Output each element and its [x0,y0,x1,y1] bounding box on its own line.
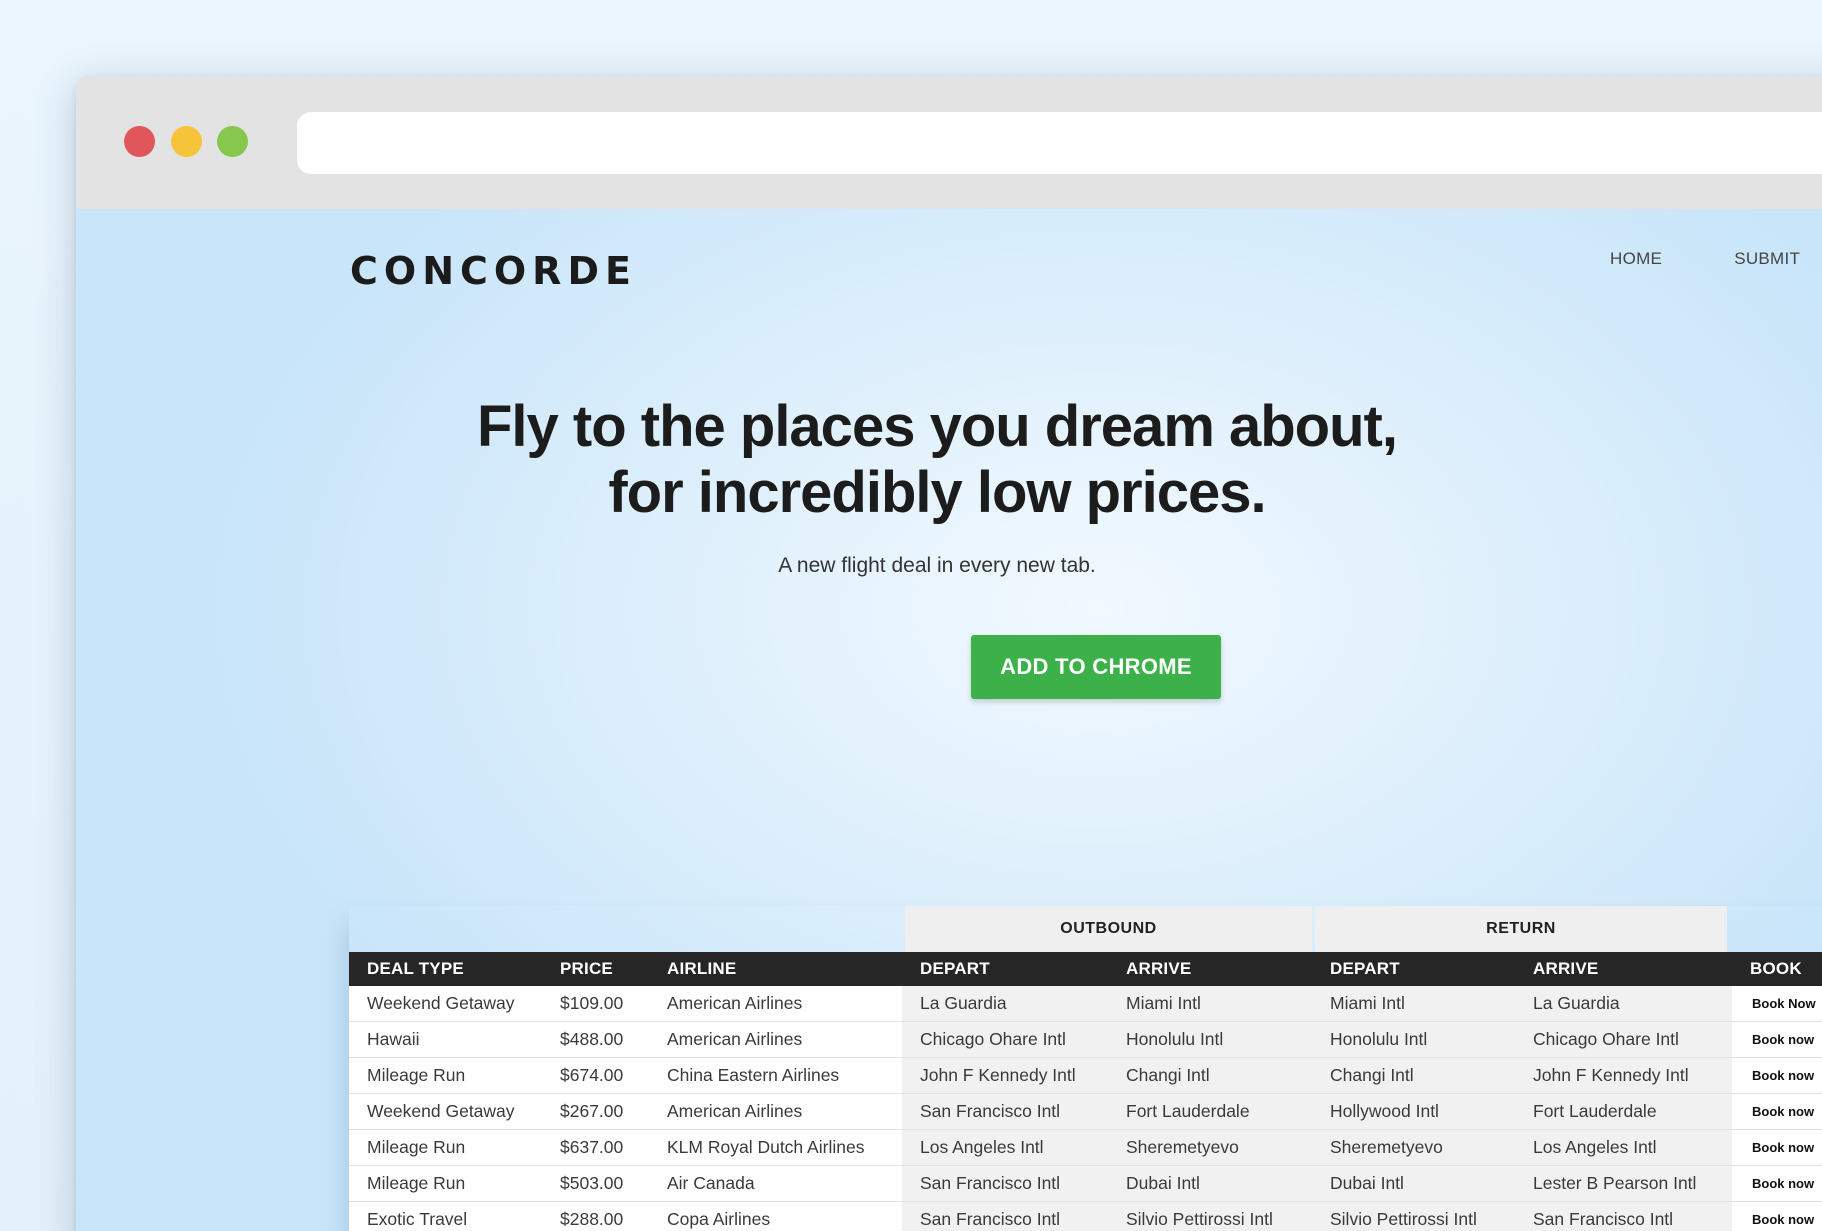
return-arrive-cell: San Francisco Intl [1515,1201,1732,1231]
maximize-window-button[interactable] [217,126,248,157]
return-depart-cell: Sheremetyevo [1312,1129,1515,1166]
price-cell: $109.00 [542,986,649,1022]
airline-cell: KLM Royal Dutch Airlines [649,1129,902,1166]
col-header-outbound-depart[interactable]: DEPART [902,952,1108,986]
browser-titlebar [76,76,1822,209]
col-header-deal-type[interactable]: DEAL TYPE [349,952,542,986]
price-cell: $267.00 [542,1093,649,1130]
outbound-depart-cell: Chicago Ohare Intl [902,1021,1108,1058]
book-now-link[interactable]: Book now [1732,1165,1822,1202]
deal-type-cell: Weekend Getaway [349,986,542,1022]
outbound-arrive-cell: Silvio Pettirossi Intl [1108,1201,1312,1231]
return-arrive-cell: La Guardia [1515,986,1732,1022]
deal-type-cell: Mileage Run [349,1057,542,1094]
return-arrive-cell: Fort Lauderdale [1515,1093,1732,1130]
hero-title-line-1: Fly to the places you dream about, [477,394,1398,459]
col-header-book: BOOK [1732,952,1822,986]
outbound-arrive-cell: Fort Lauderdale [1108,1093,1312,1130]
nav-submit-link[interactable]: SUBMIT [1734,249,1800,269]
price-cell: $503.00 [542,1165,649,1202]
book-now-link[interactable]: Book now [1732,1057,1822,1094]
top-nav: HOME SUBMIT [1610,249,1800,269]
add-to-chrome-button[interactable]: ADD TO CHROME [971,635,1221,699]
deal-type-cell: Exotic Travel [349,1201,542,1231]
deals-table: DEAL TYPE PRICE AIRLINE DEPART ARRIVE DE… [349,952,1822,1231]
hero-title: Fly to the places you dream about, for i… [76,394,1418,526]
table-row: Weekend Getaway $109.00 American Airline… [349,986,1822,1022]
airline-cell: China Eastern Airlines [649,1057,902,1094]
table-header-row: DEAL TYPE PRICE AIRLINE DEPART ARRIVE DE… [349,952,1822,986]
outbound-arrive-cell: Honolulu Intl [1108,1021,1312,1058]
return-arrive-cell: Los Angeles Intl [1515,1129,1732,1166]
deals-table-container: OUTBOUND RETURN DEAL TYPE PRICE AIRLINE … [349,906,1822,1231]
book-now-link[interactable]: Book now [1732,1093,1822,1130]
book-now-link[interactable]: Book Now [1732,986,1822,1022]
price-cell: $674.00 [542,1057,649,1094]
deal-type-cell: Mileage Run [349,1165,542,1202]
deal-type-cell: Weekend Getaway [349,1093,542,1130]
price-cell: $288.00 [542,1201,649,1231]
table-row: Mileage Run $674.00 China Eastern Airlin… [349,1057,1822,1094]
airline-cell: Air Canada [649,1165,902,1202]
browser-window: CONCORDE HOME SUBMIT Fly to the places y… [76,76,1822,1231]
page-viewport: CONCORDE HOME SUBMIT Fly to the places y… [76,209,1822,1231]
airline-cell: American Airlines [649,1093,902,1130]
col-header-outbound-arrive[interactable]: ARRIVE [1108,952,1312,986]
airline-cell: American Airlines [649,1021,902,1058]
return-group-header: RETURN [1315,906,1727,952]
hero-title-line-2: for incredibly low prices. [608,460,1266,525]
outbound-depart-cell: San Francisco Intl [902,1165,1108,1202]
outbound-depart-cell: Los Angeles Intl [902,1129,1108,1166]
return-depart-cell: Changi Intl [1312,1057,1515,1094]
outbound-arrive-cell: Sheremetyevo [1108,1129,1312,1166]
return-depart-cell: Miami Intl [1312,986,1515,1022]
outbound-arrive-cell: Dubai Intl [1108,1165,1312,1202]
table-row: Exotic Travel $288.00 Copa Airlines San … [349,1201,1822,1231]
outbound-group-header: OUTBOUND [905,906,1312,952]
deal-type-cell: Mileage Run [349,1129,542,1166]
site-logo[interactable]: CONCORDE [350,249,637,293]
outbound-depart-cell: San Francisco Intl [902,1201,1108,1231]
return-arrive-cell: Chicago Ohare Intl [1515,1021,1732,1058]
outbound-depart-cell: La Guardia [902,986,1108,1022]
table-row: Mileage Run $503.00 Air Canada San Franc… [349,1165,1822,1202]
table-row: Hawaii $488.00 American Airlines Chicago… [349,1021,1822,1058]
price-cell: $488.00 [542,1021,649,1058]
nav-home-link[interactable]: HOME [1610,249,1662,269]
table-group-header-row: OUTBOUND RETURN [349,906,1822,952]
book-now-link[interactable]: Book now [1732,1021,1822,1058]
minimize-window-button[interactable] [171,126,202,157]
return-arrive-cell: John F Kennedy Intl [1515,1057,1732,1094]
outbound-depart-cell: John F Kennedy Intl [902,1057,1108,1094]
col-header-airline[interactable]: AIRLINE [649,952,902,986]
table-row: Mileage Run $637.00 KLM Royal Dutch Airl… [349,1129,1822,1166]
outbound-arrive-cell: Changi Intl [1108,1057,1312,1094]
return-arrive-cell: Lester B Pearson Intl [1515,1165,1732,1202]
airline-cell: American Airlines [649,986,902,1022]
hero-subtitle: A new flight deal in every new tab. [778,554,1096,577]
return-depart-cell: Dubai Intl [1312,1165,1515,1202]
airline-cell: Copa Airlines [649,1201,902,1231]
outbound-arrive-cell: Miami Intl [1108,986,1312,1022]
col-header-return-arrive[interactable]: ARRIVE [1515,952,1732,986]
col-header-price[interactable]: PRICE [542,952,649,986]
col-header-return-depart[interactable]: DEPART [1312,952,1515,986]
table-row: Weekend Getaway $267.00 American Airline… [349,1093,1822,1130]
deal-type-cell: Hawaii [349,1021,542,1058]
return-depart-cell: Hollywood Intl [1312,1093,1515,1130]
return-depart-cell: Silvio Pettirossi Intl [1312,1201,1515,1231]
close-window-button[interactable] [124,126,155,157]
book-now-link[interactable]: Book now [1732,1129,1822,1166]
address-bar[interactable] [297,112,1822,174]
price-cell: $637.00 [542,1129,649,1166]
return-depart-cell: Honolulu Intl [1312,1021,1515,1058]
outbound-depart-cell: San Francisco Intl [902,1093,1108,1130]
book-now-link[interactable]: Book now [1732,1201,1822,1231]
